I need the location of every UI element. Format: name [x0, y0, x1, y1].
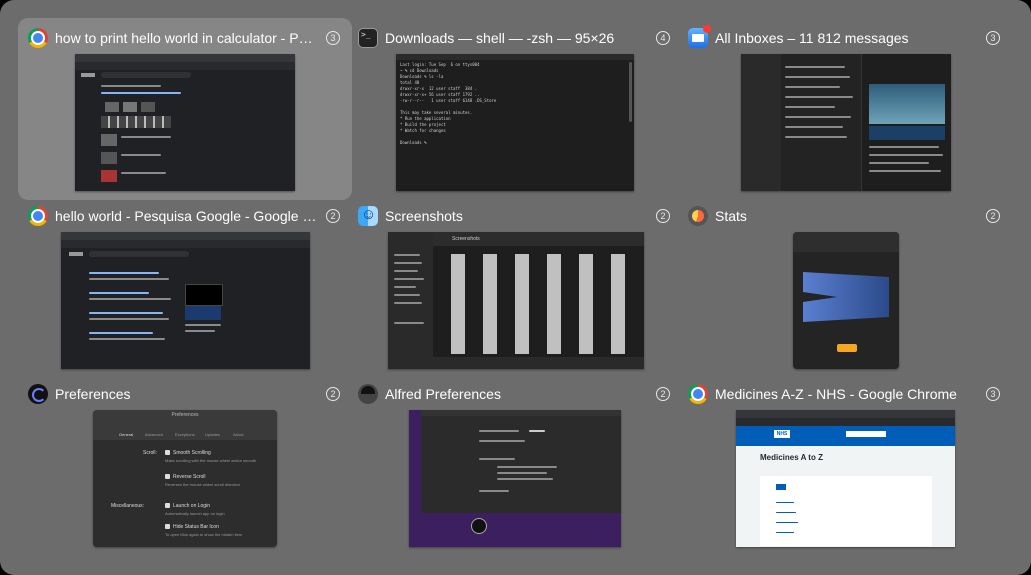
window-count-badge: 2: [656, 387, 670, 401]
window-thumbnail: Preferences General Advanced Exceptions …: [93, 410, 277, 547]
alfred-icon: [358, 384, 378, 404]
window-title: Screenshots: [385, 208, 463, 224]
launch-login-desc: Automatically launch app on login: [165, 511, 225, 516]
window-title: Medicines A-Z - NHS - Google Chrome: [715, 386, 957, 402]
window-tile-chrome-nhs[interactable]: Medicines A-Z - NHS - Google Chrome 3 NH…: [678, 374, 1012, 556]
window-thumbnail: [75, 54, 295, 191]
window-tile-chrome-hello-world[interactable]: hello world - Pesquisa Google - Google C…: [18, 196, 352, 378]
window-tile-stats[interactable]: Stats 2: [678, 196, 1012, 378]
window-count-badge: 2: [656, 209, 670, 223]
prefs-window-title: Preferences: [171, 412, 199, 418]
window-tile-preferences[interactable]: Preferences 2 Preferences General Advanc…: [18, 374, 352, 556]
window-title: Downloads — shell — -zsh — 95×26: [385, 30, 615, 46]
hide-status-checkbox[interactable]: [165, 524, 170, 529]
window-count-badge: 3: [986, 31, 1000, 45]
misc-section-label: Miscellaneous:: [111, 503, 145, 509]
window-thumbnail: Screenshots: [388, 232, 644, 369]
finder-window-title: Screenshots: [452, 236, 480, 242]
window-thumbnail: [409, 410, 621, 547]
window-thumbnail: [741, 54, 951, 191]
smooth-scrolling-label: Smooth Scrolling: [173, 450, 211, 456]
launch-login-label: Launch on Login: [173, 503, 210, 509]
nhs-page-heading: Medicines A to Z: [760, 453, 823, 462]
window-tile-mail[interactable]: All Inboxes – 11 812 messages 3: [678, 18, 1012, 200]
stats-icon: [688, 206, 708, 226]
terminal-icon: [358, 28, 378, 48]
window-thumbnail: [793, 232, 899, 369]
chrome-icon: [28, 28, 48, 48]
prefs-tab-general[interactable]: General: [119, 432, 133, 437]
terminal-output: Last login: Tue Sep 6 on ttys004 ~ % cd …: [400, 62, 497, 145]
preferences-icon: [28, 384, 48, 404]
prefs-tab-advanced[interactable]: Advanced: [145, 432, 163, 437]
window-tile-terminal[interactable]: Downloads — shell — -zsh — 95×26 4 Last …: [348, 18, 682, 200]
chrome-icon: [28, 206, 48, 226]
window-title: Alfred Preferences: [385, 386, 501, 402]
reverse-scroll-desc: Reverses the mouse wheel scroll directio…: [165, 482, 240, 487]
window-tile-chrome-calculator[interactable]: how to print hello world in calculator -…: [18, 18, 352, 200]
window-title: hello world - Pesquisa Google - Google C…: [55, 208, 320, 224]
chrome-icon: [688, 384, 708, 404]
hide-status-label: Hide Status Bar Icon: [173, 524, 219, 530]
window-count-badge: 2: [326, 387, 340, 401]
nhs-logo: NHS: [774, 430, 790, 438]
app-switcher: how to print hello world in calculator -…: [0, 0, 1031, 575]
window-tile-alfred[interactable]: Alfred Preferences 2: [348, 374, 682, 556]
window-count-badge: 3: [986, 387, 1000, 401]
scroll-section-label: Scroll:: [143, 450, 157, 456]
prefs-tab-exceptions[interactable]: Exceptions: [175, 432, 195, 437]
window-title: how to print hello world in calculator -…: [55, 30, 320, 46]
smooth-scrolling-checkbox[interactable]: [165, 450, 170, 455]
window-title: Preferences: [55, 386, 131, 402]
launch-login-checkbox[interactable]: [165, 503, 170, 508]
window-thumbnail: Last login: Tue Sep 6 on ttys004 ~ % cd …: [396, 54, 634, 191]
finder-icon: [358, 206, 378, 226]
notification-badge: [703, 25, 711, 33]
hide-status-desc: To open Mos again to show the hidden ite…: [165, 532, 243, 537]
prefs-tab-about[interactable]: About: [233, 432, 243, 437]
window-count-badge: 4: [656, 31, 670, 45]
prefs-tab-updates[interactable]: Updates: [205, 432, 220, 437]
window-count-badge: 3: [326, 31, 340, 45]
window-thumbnail: [61, 232, 310, 369]
window-count-badge: 2: [326, 209, 340, 223]
window-thumbnail: NHS Medicines A to Z: [736, 410, 955, 547]
smooth-scrolling-desc: Make scrolling with the mouse wheel acti…: [165, 458, 257, 463]
reverse-scroll-checkbox[interactable]: [165, 474, 170, 479]
mail-icon: [688, 25, 711, 48]
window-tile-finder[interactable]: Screenshots 2 Screenshots: [348, 196, 682, 378]
reverse-scroll-label: Reverse Scroll: [173, 474, 206, 480]
window-count-badge: 2: [986, 209, 1000, 223]
window-title: All Inboxes – 11 812 messages: [715, 30, 909, 46]
window-title: Stats: [715, 208, 747, 224]
